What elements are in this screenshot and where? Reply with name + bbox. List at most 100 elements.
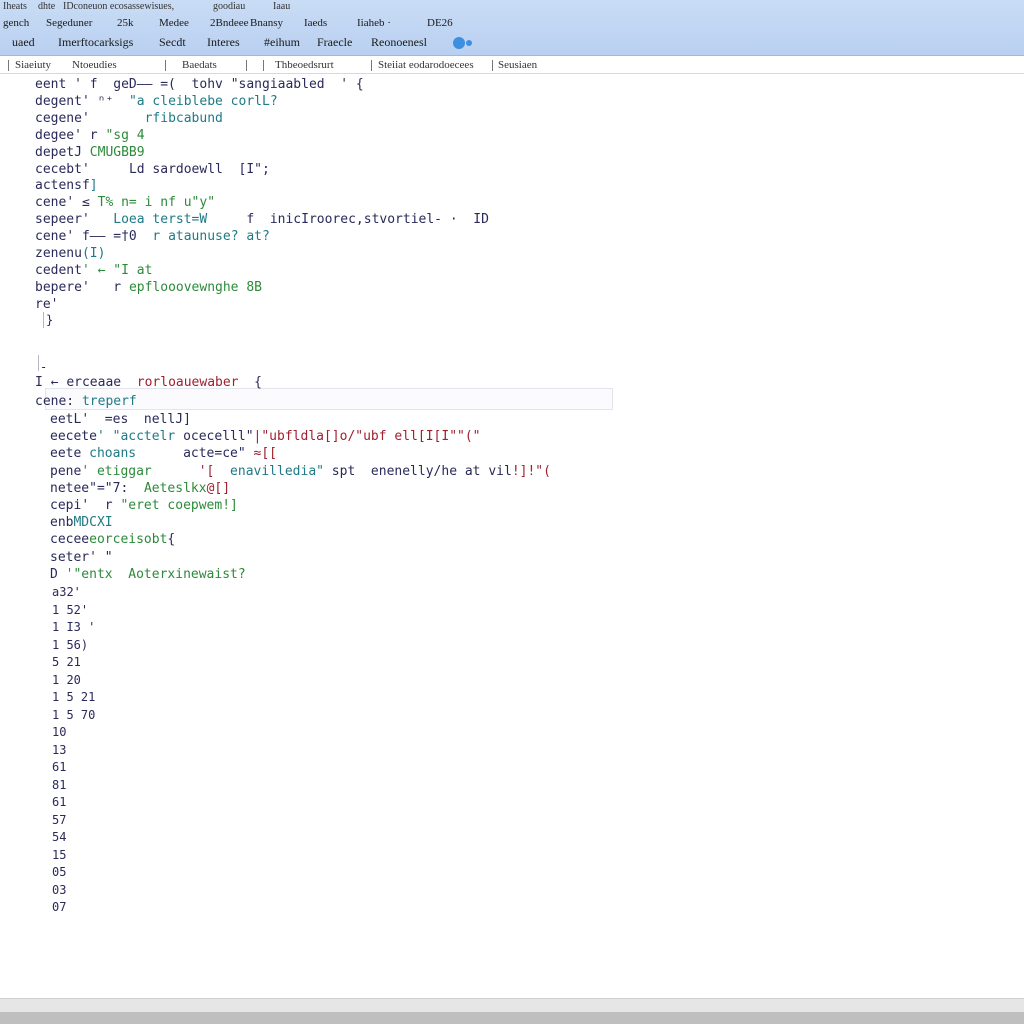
tab[interactable]: Ntoeudies <box>72 58 117 73</box>
menu-item[interactable]: Iaeds <box>304 15 327 31</box>
code-line[interactable]: zenenu(I) <box>35 245 105 262</box>
tab[interactable]: Baedats <box>182 58 217 73</box>
line-number: 57 <box>52 812 67 827</box>
code-line[interactable]: cepi' r "eret coepwem!] <box>50 497 238 514</box>
tab[interactable]: Siaeiuty <box>15 58 51 73</box>
code-line[interactable]: eecete' "acctelr ocecelll"|"ubfldla[]o/"… <box>50 428 481 445</box>
code-line[interactable]: netee"="7: Aeteslkx@[] <box>50 480 230 497</box>
code-token: "sangiaabled <box>230 77 325 92</box>
toolbar-item[interactable]: Interes <box>207 33 240 51</box>
code-line[interactable]: cedent' ← "I at <box>35 262 152 279</box>
code-token: epflooovewnghe 8B <box>128 279 262 295</box>
code-token: cecee <box>50 532 90 548</box>
menu-item[interactable]: Iiaheb · <box>357 15 391 31</box>
menu-item[interactable]: gench <box>3 15 29 31</box>
toolbar-item[interactable]: Fraecle <box>317 33 352 51</box>
code-token: pene <box>50 463 82 479</box>
tab[interactable]: Thbeoedsrurt <box>275 58 334 73</box>
code-token: f ell[I[I""(" <box>378 429 481 445</box>
tab-separator <box>246 60 247 71</box>
code-token: [I"; <box>222 161 270 177</box>
tab[interactable]: Steiiat eodarodoecees <box>378 58 474 73</box>
editor-window: Iheats dhte IDconeuon ecosassewisues, go… <box>0 0 1024 1024</box>
code-line[interactable]: bepere' r epflooovewnghe 8B <box>35 279 262 296</box>
menu-item[interactable]: 2Bndeee <box>210 15 248 31</box>
info-icon[interactable] <box>453 37 465 49</box>
code-token: ≈[[ <box>253 446 277 462</box>
code-token: ' ← "I at <box>81 262 153 278</box>
title-item: Iaau <box>273 1 291 12</box>
code-token: seter <box>50 549 90 565</box>
code-token: MDCXI <box>73 515 113 531</box>
tab-separator <box>371 60 372 71</box>
code-line[interactable]: cene: treperf <box>35 393 137 410</box>
code-line[interactable]: eetL' =es nellJ] <box>50 411 191 428</box>
code-token: ' r <box>81 498 121 513</box>
code-line[interactable]: ceceeeorceisobt{ <box>50 531 175 548</box>
horizontal-scrollbar[interactable] <box>0 998 1024 1012</box>
menu-item[interactable]: Medee <box>159 15 189 31</box>
code-token: re <box>35 296 51 312</box>
indent-guide <box>38 355 39 371</box>
code-line[interactable]: degee' r "sg 4 <box>35 127 145 144</box>
menu-item[interactable]: Segeduner <box>46 15 92 31</box>
menu-item[interactable]: Bnansy <box>250 15 283 31</box>
code-line[interactable]: eent ' f geD—— =( tohv "sangiaabled ' { <box>35 76 364 93</box>
code-token: enavilledia" <box>230 463 324 479</box>
code-token: ' "acctelr <box>96 429 176 445</box>
code-token: I ← <box>35 375 67 390</box>
line-number: 5 21 <box>52 655 81 669</box>
line-number: 07 <box>52 900 67 914</box>
code-line[interactable]: cene' ≤ T% n= i nf u"y" <box>35 194 215 211</box>
toolbar-item[interactable]: #eihum <box>264 33 300 51</box>
code-line[interactable]: I ← erceaae rorloauewaber { <box>35 374 262 391</box>
code-line[interactable]: degent' ⁿ⁺ "a cleiblebe corlL? <box>35 93 278 110</box>
code-token: Aoterxinewaist? <box>128 566 246 582</box>
code-token: bepere <box>35 279 82 295</box>
line-number: 1 5 70 <box>52 707 96 722</box>
title-item: IDconeuon ecosassewisues, <box>63 1 175 12</box>
code-token: cepi <box>50 498 82 513</box>
toolbar-item[interactable]: Secdt <box>159 33 186 51</box>
code-line[interactable]: eete choans acte=ce" ≈[[ <box>50 445 277 462</box>
code-line[interactable]: depetJ CMUGBB9 <box>35 144 145 161</box>
line-number: 05 <box>52 865 67 879</box>
code-token: ocecelll" <box>175 429 254 445</box>
code-line[interactable]: seter' " <box>50 549 113 566</box>
code-line[interactable]: cene' f—— =†0 r ataunuse? at? <box>35 228 270 245</box>
toolbar-item[interactable]: uaed <box>12 33 35 51</box>
code-line[interactable]: pene' etiggar '[ enavilledia" spt enenel… <box>50 463 551 480</box>
code-token: ' <box>81 161 129 177</box>
code-token: cene: <box>35 394 75 409</box>
code-token: enb <box>50 515 74 531</box>
tab-separator <box>165 60 166 71</box>
menu-item[interactable]: DE26 <box>427 15 453 31</box>
code-line[interactable]: cegene' rfibcabund <box>35 110 223 127</box>
menu-item[interactable]: 25k <box>117 15 134 31</box>
code-token: cedent <box>35 262 82 278</box>
tab-separator <box>492 60 493 71</box>
toolbar-item[interactable]: Reonoenesl <box>371 33 427 51</box>
code-line[interactable]: actensf] <box>35 177 98 194</box>
code-line[interactable]: cecebt' Ld sardoewll [I"; <box>35 161 270 178</box>
code-token: CMUGBB9 <box>89 144 145 160</box>
code-line[interactable]: sepeer' Loea terst=W f inicIroorec,stvor… <box>35 211 489 228</box>
toolbar-item[interactable]: Imerftocarksigs <box>58 33 133 51</box>
code-token: acte=ce" <box>136 446 254 462</box>
code-token: rfibcabund <box>144 110 223 126</box>
code-token: ' r <box>74 127 106 143</box>
code-line[interactable]: re' <box>35 296 58 313</box>
code-token: erceaae <box>66 375 122 390</box>
code-line[interactable]: enbMDCXI <box>50 514 113 531</box>
code-line[interactable]: D '"entx Aoterxinewaist? <box>50 566 246 583</box>
code-token: ' <box>81 110 145 126</box>
code-token: choans <box>81 446 137 462</box>
code-token: @[] <box>206 480 231 496</box>
code-token: ' etiggar <box>81 463 152 479</box>
tab[interactable]: Seusiaen <box>498 58 537 73</box>
code-token: "sg 4 <box>105 127 145 143</box>
code-token: cegene <box>35 110 82 126</box>
code-token: degent <box>35 93 82 109</box>
tab-separator <box>8 60 9 71</box>
